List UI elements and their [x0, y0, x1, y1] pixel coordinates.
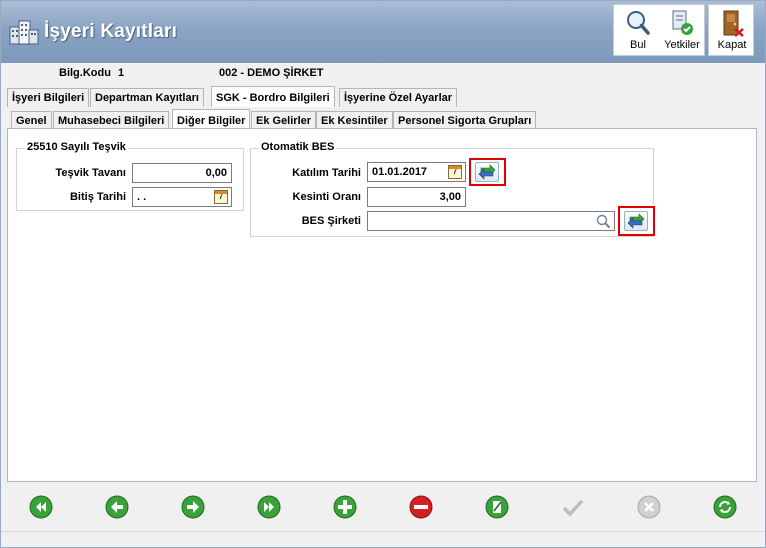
buildings-icon: [9, 20, 39, 45]
code-label: Bilg.Kodu: [59, 67, 111, 79]
bes-join-date-label: Katılım Tarihi: [292, 167, 361, 179]
edit-record-icon[interactable]: [485, 495, 509, 519]
add-record-icon[interactable]: [333, 495, 357, 519]
refresh-icon[interactable]: [713, 495, 737, 519]
transfer-bes-company-button[interactable]: [624, 211, 648, 231]
tab-isyerine-ozel-ayarlar[interactable]: İşyerine Özel Ayarlar: [339, 88, 458, 107]
bes-company-input[interactable]: [367, 211, 615, 231]
isyeri-kayitlari-window: İşyeri Kayıtları Bul Yetkiler Kapat Bilg…: [0, 0, 766, 548]
permissions-button[interactable]: Yetkiler: [660, 5, 704, 55]
tesvik-group-title: 25510 Sayılı Teşvik: [25, 141, 128, 153]
company-name: 002 - DEMO ŞİRKET: [219, 67, 324, 79]
next-record-icon[interactable]: [181, 495, 205, 519]
bes-join-date-value: 01.01.2017: [372, 166, 428, 178]
tesvik-end-date-label: Bitiş Tarihi: [69, 191, 126, 203]
bes-group-title: Otomatik BES: [259, 141, 337, 153]
tesvik-ceiling-input[interactable]: 0,00: [132, 163, 232, 183]
delete-record-icon[interactable]: [409, 495, 433, 519]
title-bar: İşyeri Kayıtları Bul Yetkiler Kapat: [1, 1, 765, 63]
transfer-arrows-icon: [478, 164, 496, 180]
bes-company-label: BES Şirketi: [301, 215, 361, 227]
calendar-icon[interactable]: 7: [214, 190, 228, 204]
record-navigation-bar: [1, 485, 765, 529]
last-record-icon[interactable]: [257, 495, 281, 519]
tab-diger-bilgiler[interactable]: Diğer Bilgiler: [172, 109, 251, 130]
record-info-row: Bilg.Kodu 1 002 - DEMO ŞİRKET: [1, 63, 765, 85]
previous-record-icon[interactable]: [105, 495, 129, 519]
permissions-icon: [672, 10, 693, 35]
code-value: 1: [118, 67, 125, 79]
tesvik-ceiling-label: Teşvik Tavanı: [55, 167, 126, 179]
toolbar-group-close: Kapat: [708, 4, 754, 56]
tesvik-end-date-input[interactable]: . . 7: [132, 187, 232, 207]
calendar-icon[interactable]: 7: [448, 165, 462, 179]
window-title: İşyeri Kayıtları: [44, 21, 178, 42]
tesvik-end-date-value: . .: [137, 191, 147, 203]
toolbar-group-main: Bul Yetkiler: [613, 4, 705, 56]
cancel-icon[interactable]: [637, 495, 661, 519]
first-record-icon[interactable]: [29, 495, 53, 519]
status-bar: [1, 531, 765, 547]
bes-deduction-input[interactable]: 3,00: [367, 187, 466, 207]
close-button[interactable]: Kapat: [711, 5, 753, 55]
magnifier-icon: [627, 11, 650, 35]
save-checkmark-icon[interactable]: [561, 495, 585, 519]
content-panel: 25510 Sayılı Teşvik Teşvik Tavanı 0,00 B…: [7, 128, 757, 482]
transfer-join-date-button[interactable]: [475, 162, 499, 182]
find-button[interactable]: Bul: [618, 5, 658, 55]
search-icon[interactable]: [596, 214, 611, 229]
door-exit-icon: [723, 10, 744, 37]
tab-isyeri-bilgileri[interactable]: İşyeri Bilgileri: [7, 88, 90, 107]
transfer-arrows-icon: [627, 213, 645, 229]
bes-deduction-label: Kesinti Oranı: [292, 191, 361, 203]
bes-join-date-input[interactable]: 01.01.2017 7: [367, 162, 466, 182]
tab-sgk-bordro-bilgileri[interactable]: SGK - Bordro Bilgileri: [211, 86, 335, 107]
tab-departman-kayitlari[interactable]: Departman Kayıtları: [90, 88, 204, 107]
